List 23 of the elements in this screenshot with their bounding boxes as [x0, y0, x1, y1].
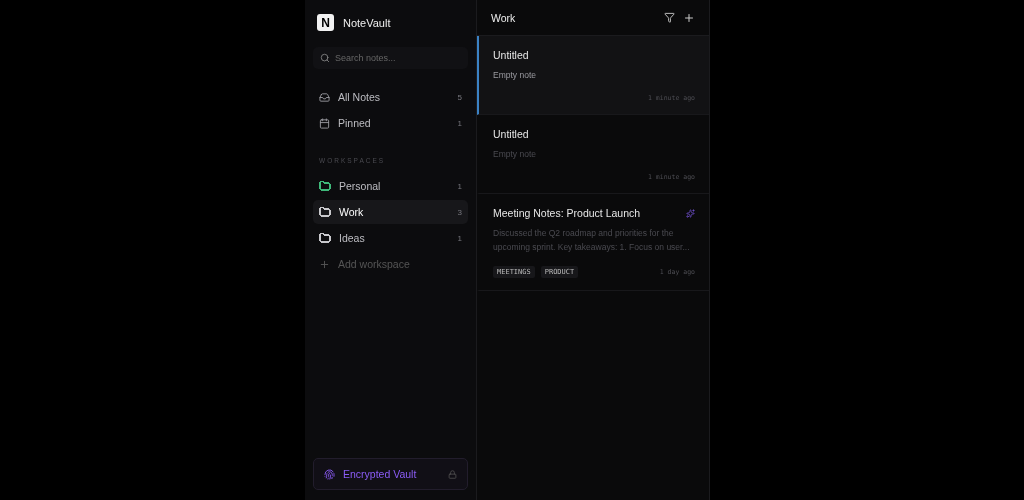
search-field[interactable]: Search notes...	[313, 47, 468, 69]
plus-icon	[319, 258, 330, 270]
vault-button[interactable]: Encrypted Vault	[313, 458, 468, 490]
note-preview: Empty note	[493, 69, 537, 82]
note-title: Meeting Notes: Product Launch	[493, 207, 642, 219]
inbox-icon	[319, 91, 330, 103]
workspace-item[interactable]: Work 3	[313, 200, 468, 224]
fingerprint-icon	[324, 468, 335, 480]
note-title: Untitled	[493, 128, 530, 140]
nav-item[interactable]: Pinned 1	[313, 111, 468, 135]
nav-item[interactable]: All Notes 5	[313, 85, 468, 109]
app-name: NoteVault	[343, 16, 391, 29]
calendar-icon	[319, 117, 330, 129]
search-icon	[320, 53, 330, 63]
note-title: Untitled	[493, 49, 530, 61]
plus-icon[interactable]	[683, 11, 695, 24]
note-preview: Empty note	[493, 148, 537, 161]
list-title: Work	[491, 11, 517, 24]
workspace-item[interactable]: Personal 1	[313, 174, 468, 198]
workspace-item[interactable]: Ideas 1	[313, 226, 468, 250]
lock-icon	[448, 469, 457, 479]
filter-icon[interactable]	[664, 12, 675, 23]
app-logo: N	[317, 14, 334, 31]
